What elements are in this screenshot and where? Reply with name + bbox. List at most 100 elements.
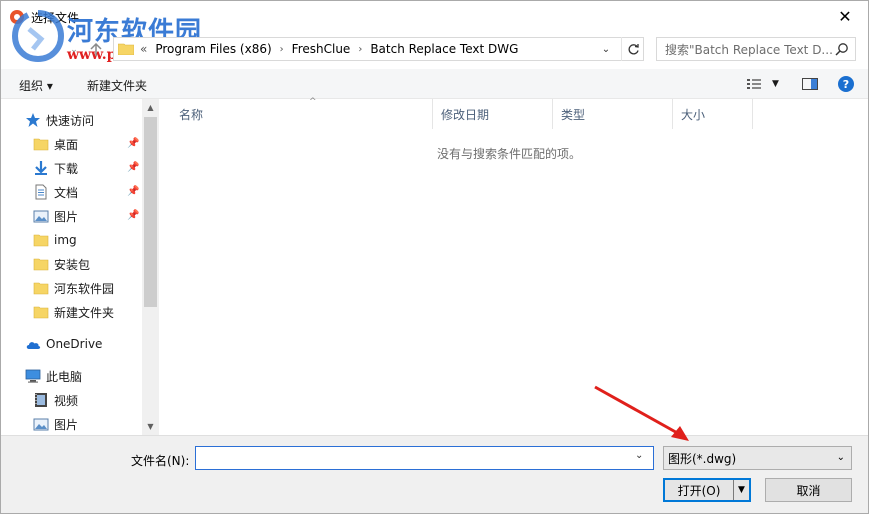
chevron-down-icon: ⌄ [836, 452, 845, 463]
nav-quick-access[interactable]: 快速访问 [25, 109, 94, 131]
scroll-down-icon[interactable]: ▼ [142, 418, 159, 435]
cloud-icon [26, 342, 41, 349]
recent-locations-button[interactable]: ⌄ [63, 39, 85, 61]
address-bar[interactable]: « Program Files (x86) › FreshClue › Batc… [113, 37, 644, 61]
nav-this-pc[interactable]: 此电脑 [25, 365, 82, 387]
breadcrumb-item[interactable]: Batch Replace Text DWG [370, 42, 518, 56]
folder-icon [33, 258, 49, 271]
nav-item-hedong[interactable]: 河东软件园 [33, 277, 114, 299]
open-label: 打开(O) [677, 483, 721, 498]
refresh-icon [628, 43, 639, 54]
nav-scrollbar[interactable]: ▲ ▼ [142, 99, 159, 435]
chevron-down-icon: ⌄ [70, 45, 78, 55]
cancel-button[interactable]: 取消 [765, 478, 852, 502]
pin-icon: 📌 [127, 186, 140, 197]
close-icon: ✕ [838, 6, 852, 26]
nav-item-new-folder[interactable]: 新建文件夹 [33, 301, 114, 323]
column-header-modified[interactable]: 修改日期 [433, 99, 553, 129]
folder-icon [118, 43, 134, 55]
pin-icon: 📌 [127, 162, 140, 173]
address-dropdown-icon[interactable]: ⌄ [599, 42, 613, 56]
open-split-dropdown-icon[interactable]: ▼ [733, 480, 749, 500]
nav-label: img [54, 233, 77, 247]
folder-icon [33, 282, 49, 295]
nav-label: 图片 [54, 209, 79, 224]
nav-label: 河东软件园 [54, 281, 115, 296]
video-icon [35, 393, 47, 407]
navigation-pane: 快速访问 桌面 📌 下载 📌 文档 📌 图片 📌 img 安装包 河东软件园 新… [1, 99, 159, 435]
cancel-label: 取消 [796, 483, 821, 498]
folder-icon [33, 306, 49, 319]
search-input[interactable]: 搜索"Batch Replace Text D... [656, 37, 856, 61]
nav-label: 安装包 [54, 257, 91, 272]
empty-message: 没有与搜索条件匹配的项。 [436, 147, 581, 161]
pictures-icon [33, 418, 49, 431]
column-label: 修改日期 [441, 107, 490, 122]
nav-item-videos[interactable]: 视频 [33, 389, 78, 411]
filename-input[interactable] [195, 446, 654, 470]
computer-icon [25, 369, 41, 383]
filename-label: 文件名(N): [131, 454, 190, 468]
file-type-value: 图形(*.dwg) [668, 451, 737, 466]
nav-item-desktop[interactable]: 桌面 [33, 133, 78, 155]
sort-ascending-icon: ^ [309, 97, 317, 107]
nav-item-documents[interactable]: 文档 [33, 181, 78, 203]
breadcrumb-overflow[interactable]: « [140, 42, 147, 56]
search-icon [835, 43, 848, 56]
breadcrumb-item[interactable]: Program Files (x86) [155, 42, 271, 56]
folder-icon [33, 138, 49, 151]
up-button[interactable] [85, 39, 107, 61]
scroll-up-icon[interactable]: ▲ [142, 99, 159, 116]
refresh-button[interactable] [621, 37, 645, 61]
file-open-dialog: 选择文件 ✕ 河东软件园 www.pc0359.cn ⌄ « Program F… [0, 0, 869, 514]
new-folder-button[interactable]: 新建文件夹 [87, 77, 147, 94]
scroll-thumb[interactable] [144, 117, 157, 307]
organize-button[interactable]: 组织 ▾ [19, 77, 53, 94]
document-icon [35, 184, 47, 200]
close-button[interactable]: ✕ [822, 1, 868, 31]
nav-item-installers[interactable]: 安装包 [33, 253, 90, 275]
bottom-panel: 文件名(N): ⌄ 图形(*.dwg) ⌄ 打开(O) ▼ 取消 [1, 435, 868, 513]
star-icon [26, 113, 40, 127]
column-label: 大小 [681, 107, 706, 122]
column-label: 名称 [179, 107, 204, 122]
preview-pane-icon[interactable] [801, 75, 819, 93]
arrow-up-icon [90, 43, 102, 56]
window-title: 选择文件 [31, 11, 80, 25]
nav-item-pictures[interactable]: 图片 [33, 205, 78, 227]
download-icon [35, 161, 47, 175]
app-icon [10, 10, 24, 24]
pin-icon: 📌 [127, 210, 140, 221]
breadcrumb-separator-icon: › [279, 43, 284, 55]
file-type-select[interactable]: 图形(*.dwg) ⌄ [663, 446, 852, 470]
nav-label: 图片 [54, 417, 79, 432]
pin-icon: 📌 [127, 138, 140, 149]
nav-item-downloads[interactable]: 下载 [33, 157, 78, 179]
nav-label: 此电脑 [46, 369, 83, 384]
file-list: 名称 ^ 修改日期 类型 大小 没有与搜索条件匹配的项。 [159, 97, 868, 435]
title-bar: 选择文件 ✕ [1, 1, 868, 31]
nav-item-pc-pictures[interactable]: 图片 [33, 413, 78, 435]
nav-label: 视频 [54, 393, 79, 408]
view-dropdown-icon[interactable]: ▼ [772, 79, 779, 89]
filename-dropdown-icon[interactable]: ⌄ [635, 450, 643, 461]
nav-label: OneDrive [46, 337, 103, 351]
folder-icon [33, 234, 49, 247]
column-header-type[interactable]: 类型 [553, 99, 673, 129]
nav-onedrive[interactable]: OneDrive [25, 333, 102, 355]
column-header-name[interactable]: 名称 ^ [171, 97, 433, 129]
nav-label: 文档 [54, 185, 79, 200]
pictures-icon [33, 210, 49, 223]
breadcrumb-separator-icon: › [358, 43, 363, 55]
view-options-icon[interactable] [745, 75, 763, 93]
nav-label: 快速访问 [46, 113, 95, 128]
nav-item-img[interactable]: img [33, 229, 77, 251]
column-header-size[interactable]: 大小 [673, 99, 753, 129]
open-button[interactable]: 打开(O) ▼ [663, 478, 751, 502]
toolbar: 组织 ▾ 新建文件夹 ▼ ? [1, 69, 868, 99]
breadcrumb-item[interactable]: FreshClue [292, 42, 351, 56]
nav-label: 新建文件夹 [54, 305, 115, 320]
nav-label: 下载 [54, 161, 79, 176]
nav-label: 桌面 [54, 137, 79, 152]
help-icon[interactable]: ? [837, 75, 855, 93]
